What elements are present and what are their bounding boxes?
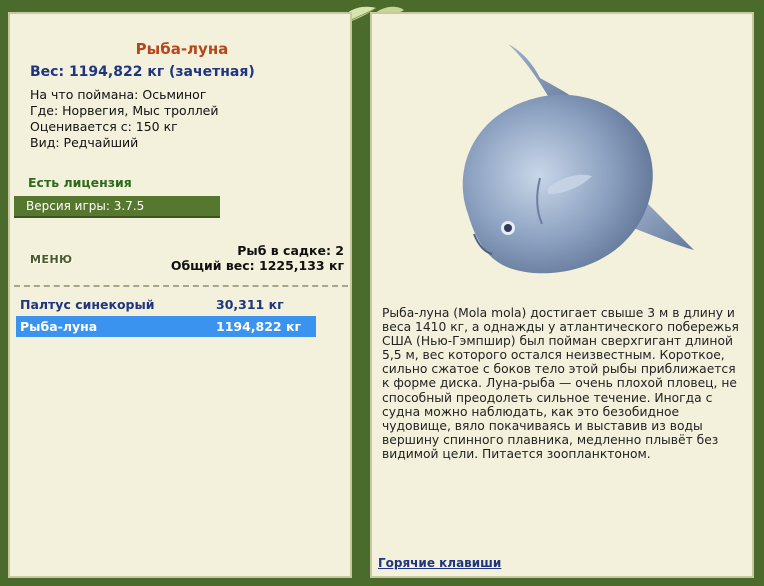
cage-total-weight: Общий вес: 1225,133 кг (170, 258, 344, 273)
fish-description-panel: Рыба-луна (Mola mola) достигает свыше 3 … (370, 12, 754, 578)
divider (14, 285, 348, 287)
license-status: Есть лицензия (28, 175, 132, 190)
cage-fish-count: Рыб в садке: 2 (237, 243, 344, 258)
cage-stats: Рыб в садке: 2 Общий вес: 1225,133 кг (171, 243, 344, 273)
catch-weight: 30,311 кг (216, 297, 284, 312)
catch-list: Палтус синекорый 30,311 кг Рыба-луна 119… (16, 294, 316, 338)
ocean-sunfish-image (462, 44, 694, 274)
valued-from-info: Оценивается с: 150 кг (30, 119, 178, 134)
fish-description: Рыба-луна (Mola mola) достигает свыше 3 … (382, 306, 739, 461)
catch-info-panel: Рыба-луна Вес: 1194,822 кг (зачетная) На… (8, 12, 352, 578)
catch-row[interactable]: Палтус синекорый 30,311 кг (16, 294, 316, 315)
fish-title: Рыба-луна (135, 40, 229, 58)
bait-info: На что поймана: Осьминог (30, 87, 207, 102)
kind-info: Вид: Редчайший (30, 135, 139, 150)
fish-details: На что поймана: Осьминог Где: Норвегия, … (30, 87, 219, 151)
location-info: Где: Норвегия, Мыс троллей (30, 103, 219, 118)
catch-row-selected[interactable]: Рыба-луна 1194,822 кг (16, 316, 316, 337)
catch-name: Рыба-луна (20, 319, 98, 334)
menu-button[interactable]: МЕНЮ (30, 253, 73, 266)
catch-name: Палтус синекорый (20, 297, 155, 312)
fish-weight: Вес: 1194,822 кг (зачетная) (30, 64, 255, 80)
catch-weight: 1194,822 кг (216, 319, 301, 334)
hotkeys-link[interactable]: Горячие клавиши (378, 556, 501, 570)
game-version: Версия игры: 3.7.5 (14, 196, 220, 218)
